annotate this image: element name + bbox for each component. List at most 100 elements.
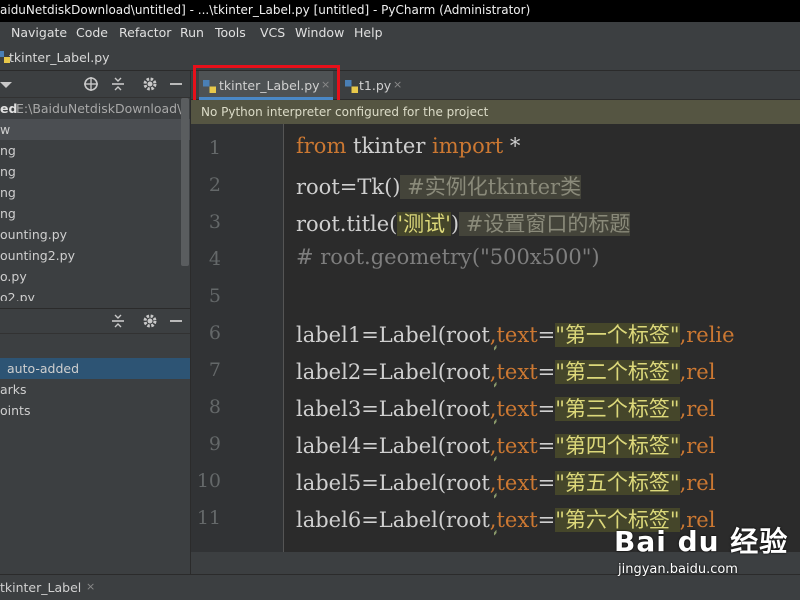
- gear-icon[interactable]: [142, 76, 158, 92]
- code-token: =: [537, 471, 556, 495]
- warning-text: No Python interpreter configured for the…: [201, 105, 489, 119]
- line-number-gutter: 1 2 3 4 5 6 7 8 9 10 11: [191, 124, 283, 552]
- hide-panel-icon[interactable]: [168, 76, 184, 92]
- tree-item[interactable]: ng: [0, 203, 190, 224]
- code-editor[interactable]: from tkinter import * root=Tk() #实例化tkin…: [284, 124, 800, 552]
- code-token: ,rel: [679, 471, 716, 495]
- hide-panel-icon[interactable]: [168, 313, 184, 329]
- watermark-url: jingyan.baidu.com: [618, 562, 738, 577]
- scroll-from-source-icon[interactable]: [83, 76, 99, 92]
- structure-panel-toolbar: [0, 308, 190, 334]
- line-number: 9: [208, 433, 221, 455]
- code-token: ,relie: [679, 323, 735, 347]
- code-param: text: [496, 397, 538, 421]
- code-token: label5: [296, 471, 362, 495]
- line-number: 1: [208, 137, 221, 159]
- project-panel-toolbar: [0, 71, 190, 98]
- collapse-all-icon[interactable]: [110, 76, 126, 92]
- project-tree-scrollbar[interactable]: [181, 98, 189, 266]
- menu-window[interactable]: Window: [295, 25, 344, 40]
- tree-item[interactable]: ounting2.py: [0, 245, 190, 266]
- tree-item-label: o.py: [0, 269, 27, 284]
- tree-item-label: ng: [0, 143, 16, 158]
- code-token: =Label(root: [361, 397, 490, 421]
- line-number: 10: [196, 470, 221, 492]
- tree-item-auto-added[interactable]: auto-added: [0, 358, 190, 379]
- code-param: text: [496, 471, 538, 495]
- code-token: import: [432, 134, 504, 158]
- interpreter-warning-banner[interactable]: No Python interpreter configured for the…: [191, 100, 800, 124]
- close-icon[interactable]: ×: [393, 78, 402, 91]
- tree-item[interactable]: ounting.py: [0, 224, 190, 245]
- tree-item-label: o2.py: [0, 290, 35, 301]
- code-param: text: [496, 360, 538, 384]
- code-token: root=Tk(): [296, 175, 401, 199]
- tool-window-tab[interactable]: tkinter_Label: [0, 580, 81, 595]
- code-token: label4: [296, 434, 362, 458]
- menu-bar: Navigate Code Refactor Run Tools VCS Win…: [0, 22, 800, 44]
- code-token: =Label(root: [361, 323, 490, 347]
- tree-item[interactable]: o2.py: [0, 287, 190, 301]
- menu-code[interactable]: Code: [76, 25, 108, 40]
- line-number: 5: [208, 285, 221, 307]
- tree-item[interactable]: ng: [0, 140, 190, 161]
- code-token: ,rel: [679, 360, 716, 384]
- code-token: =: [537, 508, 556, 532]
- code-line: root.title('测试') #设置窗口的标题: [296, 208, 631, 238]
- tree-item-label: arks: [0, 382, 27, 397]
- navigation-bar: tkinter_Label.py: [0, 44, 800, 71]
- code-token: label6: [296, 508, 362, 532]
- gear-icon[interactable]: [142, 313, 158, 329]
- tree-item-label: ng: [0, 164, 16, 179]
- tab-t1[interactable]: t1.py ×: [339, 71, 411, 100]
- chevron-down-icon[interactable]: [0, 77, 16, 93]
- tree-item-label: ounting.py: [0, 227, 68, 242]
- menu-refactor[interactable]: Refactor: [119, 25, 171, 40]
- close-icon[interactable]: ×: [86, 580, 95, 593]
- code-token: *: [503, 134, 521, 158]
- code-line: from tkinter import *: [296, 134, 520, 158]
- line-number: 2: [208, 174, 221, 196]
- tree-item[interactable]: ng: [0, 182, 190, 203]
- code-token: from: [296, 134, 347, 158]
- code-token: label2: [296, 360, 362, 384]
- code-token: =Label(root: [361, 360, 490, 384]
- tree-item-label: ng: [0, 185, 16, 200]
- code-string: "第五个标签": [555, 471, 680, 495]
- project-root-path: E:\BaiduNetdiskDownload\untitled: [16, 101, 190, 116]
- collapse-all-icon[interactable]: [110, 313, 126, 329]
- tree-item-label: oints: [0, 403, 31, 418]
- line-number: 11: [196, 507, 221, 529]
- tree-item[interactable]: w: [0, 119, 190, 140]
- breadcrumb-file[interactable]: tkinter_Label.py: [9, 50, 110, 65]
- tree-item[interactable]: ng: [0, 161, 190, 182]
- menu-run[interactable]: Run: [180, 25, 204, 40]
- menu-tools[interactable]: Tools: [215, 25, 246, 40]
- baidu-jingyan-watermark: Bai du 经验 jingyan.baidu.com: [614, 520, 800, 582]
- tree-item[interactable]: o.py: [0, 266, 190, 287]
- tree-item-bookmarks[interactable]: arks: [0, 379, 190, 400]
- menu-navigate[interactable]: Navigate: [11, 25, 67, 40]
- project-root-row[interactable]: ed E:\BaiduNetdiskDownload\untitled: [0, 98, 190, 119]
- tree-item-label: auto-added: [7, 361, 80, 376]
- menu-vcs[interactable]: VCS: [260, 25, 285, 40]
- code-line: label5=Label(root,text="第五个标签",rel: [296, 467, 715, 497]
- line-number: 4: [208, 248, 221, 270]
- code-line: label2=Label(root,text="第二个标签",rel: [296, 356, 715, 386]
- project-panel: ed E:\BaiduNetdiskDownload\untitled w ng…: [0, 71, 191, 574]
- code-token: ,rel: [679, 397, 716, 421]
- line-number: 7: [208, 359, 221, 381]
- code-token: ): [450, 212, 460, 236]
- menu-help[interactable]: Help: [354, 25, 383, 40]
- code-token: tkinter: [346, 134, 433, 158]
- code-line: label1=Label(root,text="第一个标签",relie: [296, 319, 735, 349]
- code-param: text: [496, 323, 538, 347]
- code-token: =Label(root: [361, 434, 490, 458]
- code-token: =: [537, 323, 556, 347]
- code-token: =: [537, 360, 556, 384]
- code-line: label4=Label(root,text="第四个标签",rel: [296, 430, 715, 460]
- code-line: root=Tk() #实例化tkinter类: [296, 171, 582, 201]
- code-string: "第二个标签": [555, 360, 680, 384]
- code-token: label3: [296, 397, 362, 421]
- tree-item-breakpoints[interactable]: oints: [0, 400, 190, 421]
